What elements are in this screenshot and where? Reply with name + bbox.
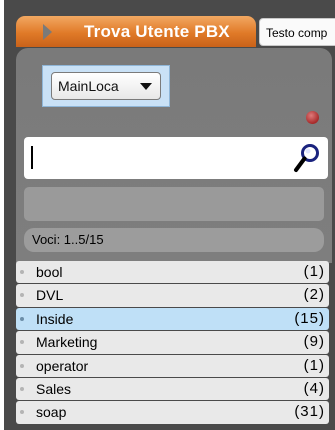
group-count: (2) [303,286,325,304]
bullet-icon [20,410,24,415]
group-list-item[interactable]: DVL (2) [16,284,329,307]
bullet-icon [20,270,24,274]
results-bar [24,187,324,221]
location-select-value: MainLoca [58,78,119,94]
panel-title-tab[interactable]: Trova Utente PBX [16,16,256,47]
chevron-down-icon [140,83,152,90]
group-list-item[interactable]: operator (1) [16,354,329,377]
group-name: Sales [36,380,72,397]
bullet-icon [20,293,24,298]
search-input[interactable] [24,137,328,179]
group-count: (9) [303,333,325,351]
group-list-item[interactable]: bool (1) [16,261,329,284]
status-indicator-icon [306,111,319,124]
panel-title: Trova Utente PBX [84,22,230,41]
group-list: bool (1) DVL (2) Inside (15) Marketing (9) opera… [16,261,329,425]
group-name: Marketing [36,334,98,351]
group-count: (1) [303,263,325,280]
group-name: bool [36,264,63,280]
location-select[interactable]: MainLoca [51,72,161,100]
group-count: (15) [294,309,325,327]
bullet-icon [20,316,24,321]
group-count: (4) [303,379,325,397]
group-list-item[interactable]: Sales (4) [16,377,329,401]
group-name: DVL [36,287,64,304]
group-name: soap [36,404,67,421]
collapse-arrow-icon[interactable] [43,24,52,40]
group-list-item[interactable]: Marketing (9) [16,331,329,354]
search-icon[interactable] [292,142,322,174]
group-count: (1) [303,356,325,374]
text-button[interactable]: Testo comp [259,18,335,46]
entries-count: Voci: 1..5/15 [24,228,324,252]
group-name: Inside [36,310,74,327]
location-select-container: MainLoca [42,65,170,107]
bullet-icon [20,363,24,368]
bullet-icon [20,386,24,391]
text-cursor [31,146,33,169]
group-list-item[interactable]: soap (31) [16,401,329,424]
group-list-item[interactable]: Inside (15) [16,307,329,331]
group-count: (31) [294,403,325,421]
group-name: operator [36,357,89,374]
bullet-icon [20,340,24,345]
